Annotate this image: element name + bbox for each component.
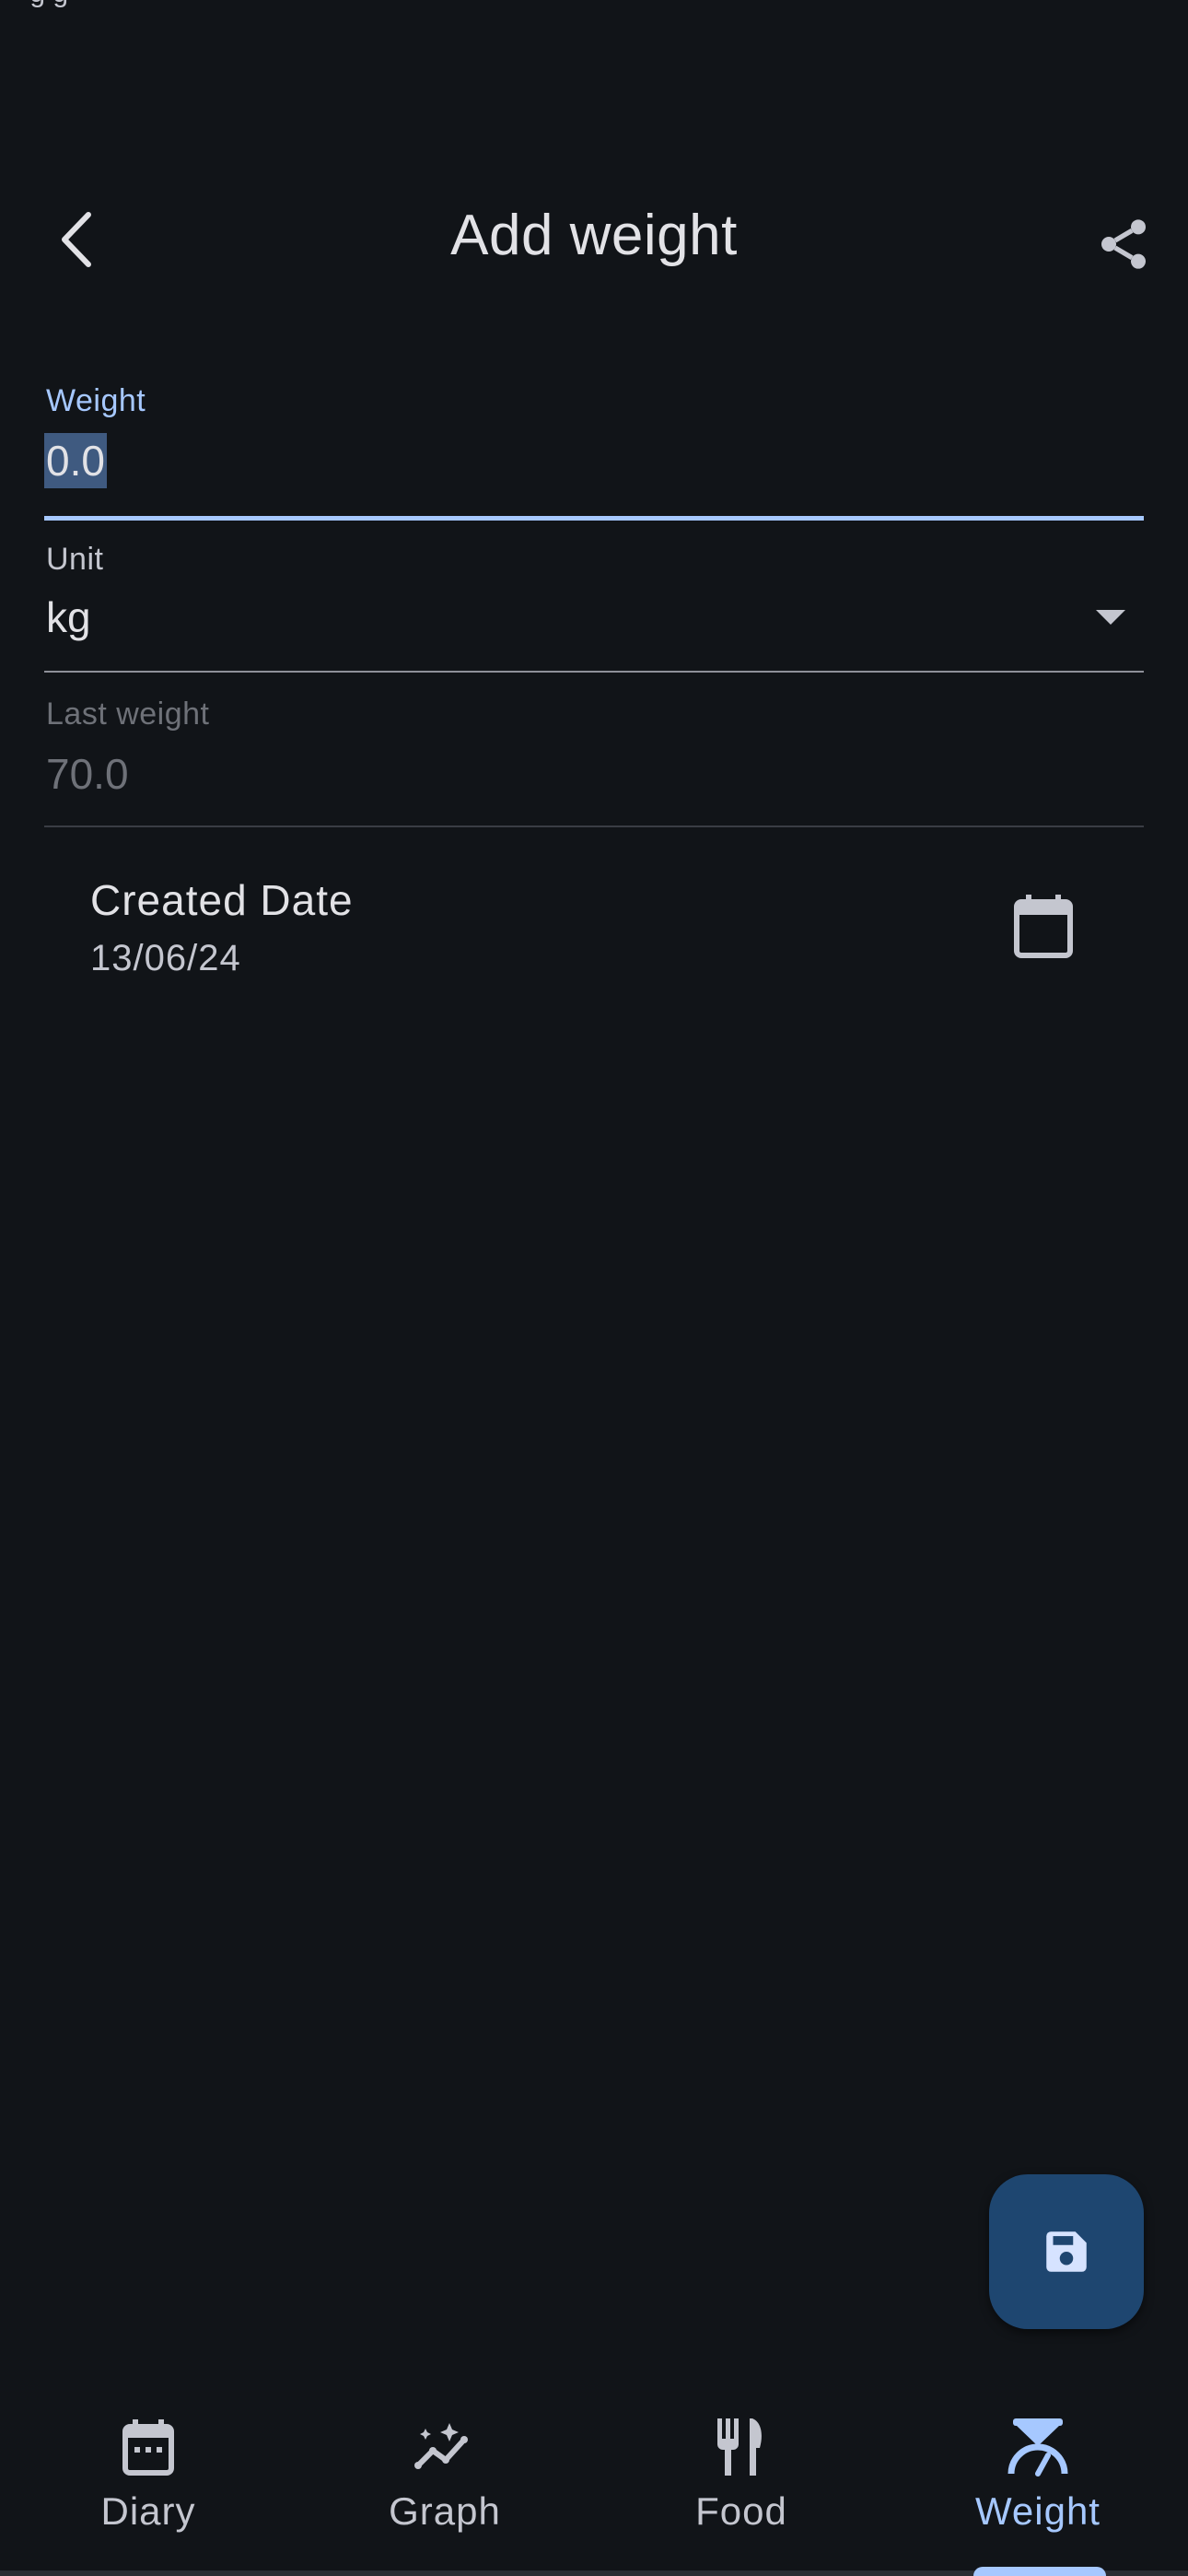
created-date-label: Created Date — [90, 876, 354, 924]
fork-knife-icon — [705, 2410, 778, 2484]
nav-label-graph: Graph — [389, 2489, 501, 2533]
share-button[interactable] — [1077, 198, 1170, 290]
weight-input[interactable]: 0.0 — [44, 433, 107, 488]
unit-field-underline — [44, 671, 1144, 673]
nav-item-food[interactable]: Food — [593, 2377, 890, 2576]
dropdown-arrow-icon[interactable] — [1096, 610, 1125, 625]
unit-field-label: Unit — [46, 542, 104, 577]
created-date-value: 13/06/24 — [90, 938, 241, 978]
page-title: Add weight — [450, 204, 738, 267]
bottom-navigation: Diary Graph Food Weight — [0, 2377, 1188, 2576]
nav-label-food: Food — [695, 2489, 787, 2533]
nav-label-weight: Weight — [975, 2489, 1101, 2533]
scale-icon — [1001, 2410, 1075, 2484]
status-bar-text: · g g — [13, 0, 68, 9]
calendar-icon — [111, 2410, 185, 2484]
nav-item-weight[interactable]: Weight — [890, 2377, 1186, 2576]
last-weight-value: 70.0 — [46, 750, 129, 798]
weight-field-underline — [44, 516, 1144, 521]
graph-icon — [408, 2410, 482, 2484]
weight-field[interactable]: Weight 0.0 — [44, 378, 1144, 521]
save-fab[interactable] — [989, 2174, 1144, 2329]
nav-item-graph[interactable]: Graph — [297, 2377, 593, 2576]
share-icon — [1101, 219, 1146, 269]
date-picker-button[interactable] — [1002, 884, 1085, 967]
last-weight-underline — [44, 825, 1144, 827]
weight-field-label: Weight — [46, 383, 146, 418]
unit-selected-value: kg — [46, 593, 91, 641]
last-weight-field: Last weight 70.0 — [44, 689, 1144, 827]
last-weight-label: Last weight — [46, 697, 210, 732]
save-icon — [1046, 2231, 1087, 2272]
nav-item-diary[interactable]: Diary — [0, 2377, 297, 2576]
created-date-row[interactable]: Created Date 13/06/24 — [44, 848, 1144, 986]
active-tab-indicator — [973, 2567, 1106, 2576]
unit-dropdown[interactable]: Unit kg — [44, 534, 1144, 673]
nav-label-diary: Diary — [100, 2489, 196, 2533]
calendar-icon — [1014, 895, 1073, 958]
